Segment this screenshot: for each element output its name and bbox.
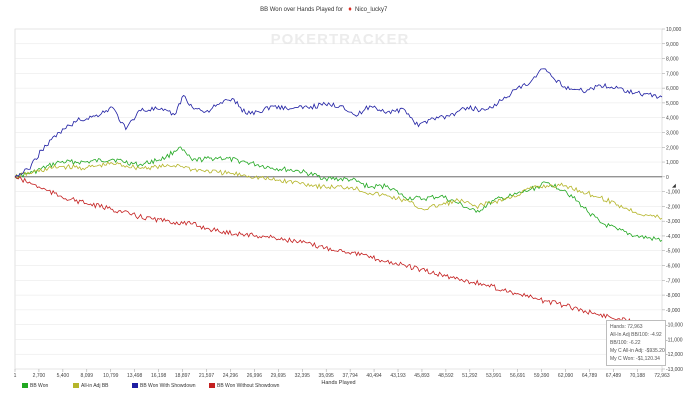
y-tick-label: -12,000 xyxy=(666,352,683,358)
x-tick-label: 24,296 xyxy=(223,373,239,379)
bb-won-chart: BB Won over Hands Played for ♦ Nico_lucky7… xyxy=(14,6,684,389)
x-tick-label: 29,695 xyxy=(271,373,287,379)
y-tick-label: -3,000 xyxy=(666,219,680,225)
x-tick-label: 67,489 xyxy=(606,373,622,379)
x-tick-label: 21,597 xyxy=(199,373,215,379)
x-tick-label: 64,789 xyxy=(582,373,598,379)
x-tick-label: 10,799 xyxy=(103,373,119,379)
x-tick-label: 18,897 xyxy=(175,373,191,379)
y-tick-label: 5,000 xyxy=(666,101,679,107)
legend-swatch-2 xyxy=(73,383,79,388)
plot-area xyxy=(14,28,663,370)
x-tick-label: 37,794 xyxy=(342,373,358,379)
y-tick-label: -4,000 xyxy=(666,234,680,240)
x-tick-label: 48,592 xyxy=(438,373,454,379)
x-tick-label: 1 xyxy=(14,373,17,379)
legend-swatch-1 xyxy=(22,383,28,388)
stats-hands: Hands: 72,963 xyxy=(610,324,643,330)
stats-allin-adj-won: My C All-in Adj: -$935.20 xyxy=(610,348,665,354)
x-tick-label: 70,188 xyxy=(630,373,646,379)
x-tick-label: 56,691 xyxy=(510,373,526,379)
flame-icon: ♦ xyxy=(348,6,352,13)
x-tick-label: 72,963 xyxy=(654,373,670,379)
x-tick-label: 45,893 xyxy=(414,373,430,379)
y-tick-label: -2,000 xyxy=(666,204,680,210)
y-tick-label: -6,000 xyxy=(666,264,680,270)
x-tick-label: 53,991 xyxy=(486,373,502,379)
y-tick-label: 7,000 xyxy=(666,71,679,77)
cursor-marker: ◢ xyxy=(672,183,676,189)
stats-won: My C Won: -$1,120.34 xyxy=(610,356,660,362)
x-tick-label: 8,099 xyxy=(81,373,94,379)
chart-title: BB Won over Hands Played for xyxy=(260,7,343,13)
y-tick-label: -11,000 xyxy=(666,337,683,343)
y-tick-label: 2,000 xyxy=(666,145,679,151)
y-tick-label: 0 xyxy=(666,175,669,181)
x-tick-label: 26,996 xyxy=(247,373,263,379)
y-tick-label: -1,000 xyxy=(666,190,680,196)
y-tick-label: 6,000 xyxy=(666,86,679,92)
x-tick-label: 35,095 xyxy=(319,373,335,379)
chart-container: BB Won over Hands Played for ♦ Nico_lucky7… xyxy=(0,0,700,403)
x-tick-label: 62,090 xyxy=(558,373,574,379)
legend-label-4: BB Won Without Showdown xyxy=(217,383,280,389)
stats-box: Hands: 72,963 All-In Adj BB/100: -4.92 B… xyxy=(606,320,666,366)
legend-swatch-3 xyxy=(132,383,138,388)
x-tick-label: 59,390 xyxy=(534,373,550,379)
y-tick-label: 8,000 xyxy=(666,57,679,63)
x-tick-label: 16,198 xyxy=(151,373,167,379)
y-tick-label: -10,000 xyxy=(666,323,683,329)
y-tick-label: -9,000 xyxy=(666,308,680,314)
x-tick-label: 40,494 xyxy=(366,373,382,379)
x-tick-label: 2,700 xyxy=(33,373,46,379)
x-tick-label: 32,395 xyxy=(295,373,311,379)
x-tick-label: 13,498 xyxy=(127,373,143,379)
y-tick-label: 1,000 xyxy=(666,160,679,166)
stats-bb100: BB/100: -6.22 xyxy=(610,340,641,346)
y-tick-label: -8,000 xyxy=(666,293,680,299)
legend-label-1: BB Won xyxy=(30,383,48,389)
player-name: Nico_lucky7 xyxy=(355,7,388,13)
y-tick-label: 10,000 xyxy=(666,27,682,33)
legend-swatch-4 xyxy=(209,383,215,388)
watermark: POKERTRACKER xyxy=(271,31,410,48)
y-tick-label: 3,000 xyxy=(666,130,679,136)
x-tick-label: 43,193 xyxy=(390,373,406,379)
y-tick-label: 4,000 xyxy=(666,116,679,122)
stats-allin-adj-bb100: All-In Adj BB/100: -4.92 xyxy=(610,332,662,338)
y-tick-label: 9,000 xyxy=(666,42,679,48)
x-tick-label: 5,400 xyxy=(57,373,70,379)
legend-label-2: All-in Adj BB xyxy=(81,383,109,389)
legend-label-3: BB Won With Showdown xyxy=(140,383,196,389)
y-tick-label: -7,000 xyxy=(666,278,680,284)
y-tick-label: -5,000 xyxy=(666,249,680,255)
x-tick-label: 51,292 xyxy=(462,373,478,379)
x-axis-label: Hands Played xyxy=(321,380,355,386)
